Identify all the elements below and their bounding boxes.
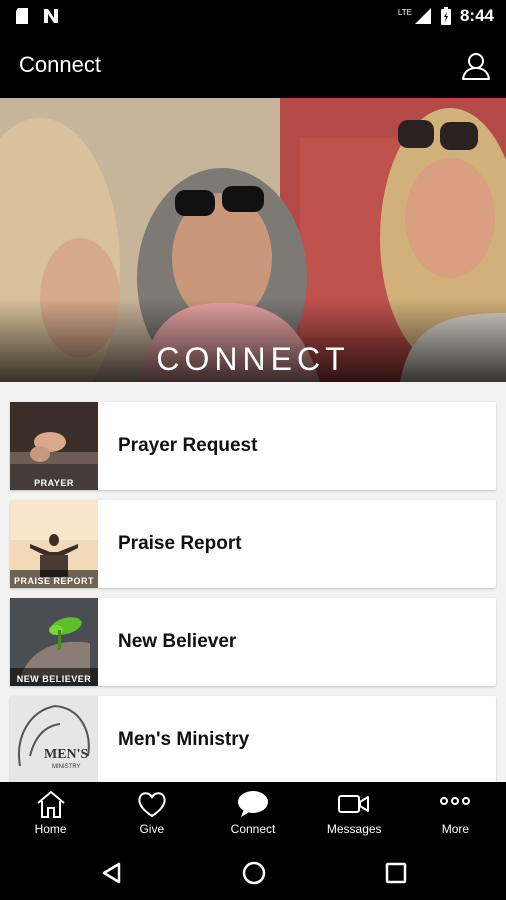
mens-ministry-thumbnail: MEN'S MINISTRY xyxy=(10,696,98,782)
nav-give[interactable]: Give xyxy=(101,782,202,846)
battery-icon xyxy=(440,7,451,25)
mens-ministry-logo: MEN'S MINISTRY xyxy=(10,696,98,782)
new-believer-thumbnail: NEW BELIEVER xyxy=(10,598,98,686)
profile-button[interactable] xyxy=(460,50,492,82)
page-title: Connect xyxy=(19,52,101,77)
thumb-caption: PRAYER xyxy=(34,478,74,488)
system-navigation-bar xyxy=(0,846,506,900)
hero-photo xyxy=(0,98,506,382)
sd-card-icon xyxy=(16,8,28,24)
heart-icon xyxy=(138,792,166,818)
list-item-label: Prayer Request xyxy=(118,435,258,456)
list-item-praise-report[interactable]: PRAISE REPORT Praise Report xyxy=(10,500,496,588)
home-circle-icon xyxy=(242,861,266,885)
nav-label: Give xyxy=(139,822,165,836)
status-bar: LTE 8:44 xyxy=(0,0,506,34)
chat-bubble-icon xyxy=(238,791,268,817)
nav-more[interactable]: More xyxy=(405,782,506,846)
nav-label: Connect xyxy=(230,822,276,836)
list-item-label: Men's Ministry xyxy=(118,729,250,750)
svg-text:MEN'S: MEN'S xyxy=(44,747,89,762)
prayer-thumbnail: PRAYER xyxy=(10,402,98,490)
user-icon xyxy=(462,53,490,80)
nav-connect[interactable]: Connect xyxy=(202,782,303,846)
list-item-label: Praise Report xyxy=(118,533,242,554)
network-label: LTE xyxy=(397,7,412,17)
home-icon xyxy=(36,790,65,818)
home-system-button[interactable] xyxy=(240,859,268,887)
app-bar: Connect xyxy=(0,34,506,98)
thumb-caption: NEW BELIEVER xyxy=(16,674,92,684)
back-button[interactable] xyxy=(98,859,126,887)
list-item-label: New Believer xyxy=(118,631,237,652)
notification-n-icon xyxy=(44,9,58,23)
bottom-navigation: Home Give Connect Messages More xyxy=(0,782,506,846)
praise-thumbnail: PRAISE REPORT xyxy=(10,500,98,588)
sprout-image xyxy=(10,598,98,686)
hero-banner: CONNECT xyxy=(0,98,506,382)
nav-messages[interactable]: Messages xyxy=(304,782,405,846)
nav-home[interactable]: Home xyxy=(0,782,101,846)
recents-square-icon xyxy=(385,862,407,884)
recents-button[interactable] xyxy=(382,859,410,887)
list-item-new-believer[interactable]: NEW BELIEVER New Believer xyxy=(10,598,496,686)
prayer-hands-image xyxy=(10,402,98,490)
list-item-mens-ministry[interactable]: MEN'S MINISTRY Men's Ministry xyxy=(10,696,496,782)
nav-label: More xyxy=(441,822,470,836)
nav-label: Messages xyxy=(326,822,382,836)
thumb-caption: PRAISE REPORT xyxy=(13,576,94,586)
more-dots-icon xyxy=(440,797,471,805)
status-time: 8:44 xyxy=(459,6,494,25)
list-item-prayer-request[interactable]: PRAYER Prayer Request xyxy=(10,402,496,490)
connect-list: PRAYER Prayer Request PRAISE REPORT Prai… xyxy=(0,382,506,782)
back-triangle-icon xyxy=(102,862,121,884)
praise-person-image xyxy=(10,500,98,588)
video-icon xyxy=(338,795,370,813)
svg-text:MINISTRY: MINISTRY xyxy=(52,764,81,770)
hero-title: CONNECT xyxy=(156,341,350,377)
signal-icon xyxy=(414,8,431,24)
nav-label: Home xyxy=(34,822,67,836)
